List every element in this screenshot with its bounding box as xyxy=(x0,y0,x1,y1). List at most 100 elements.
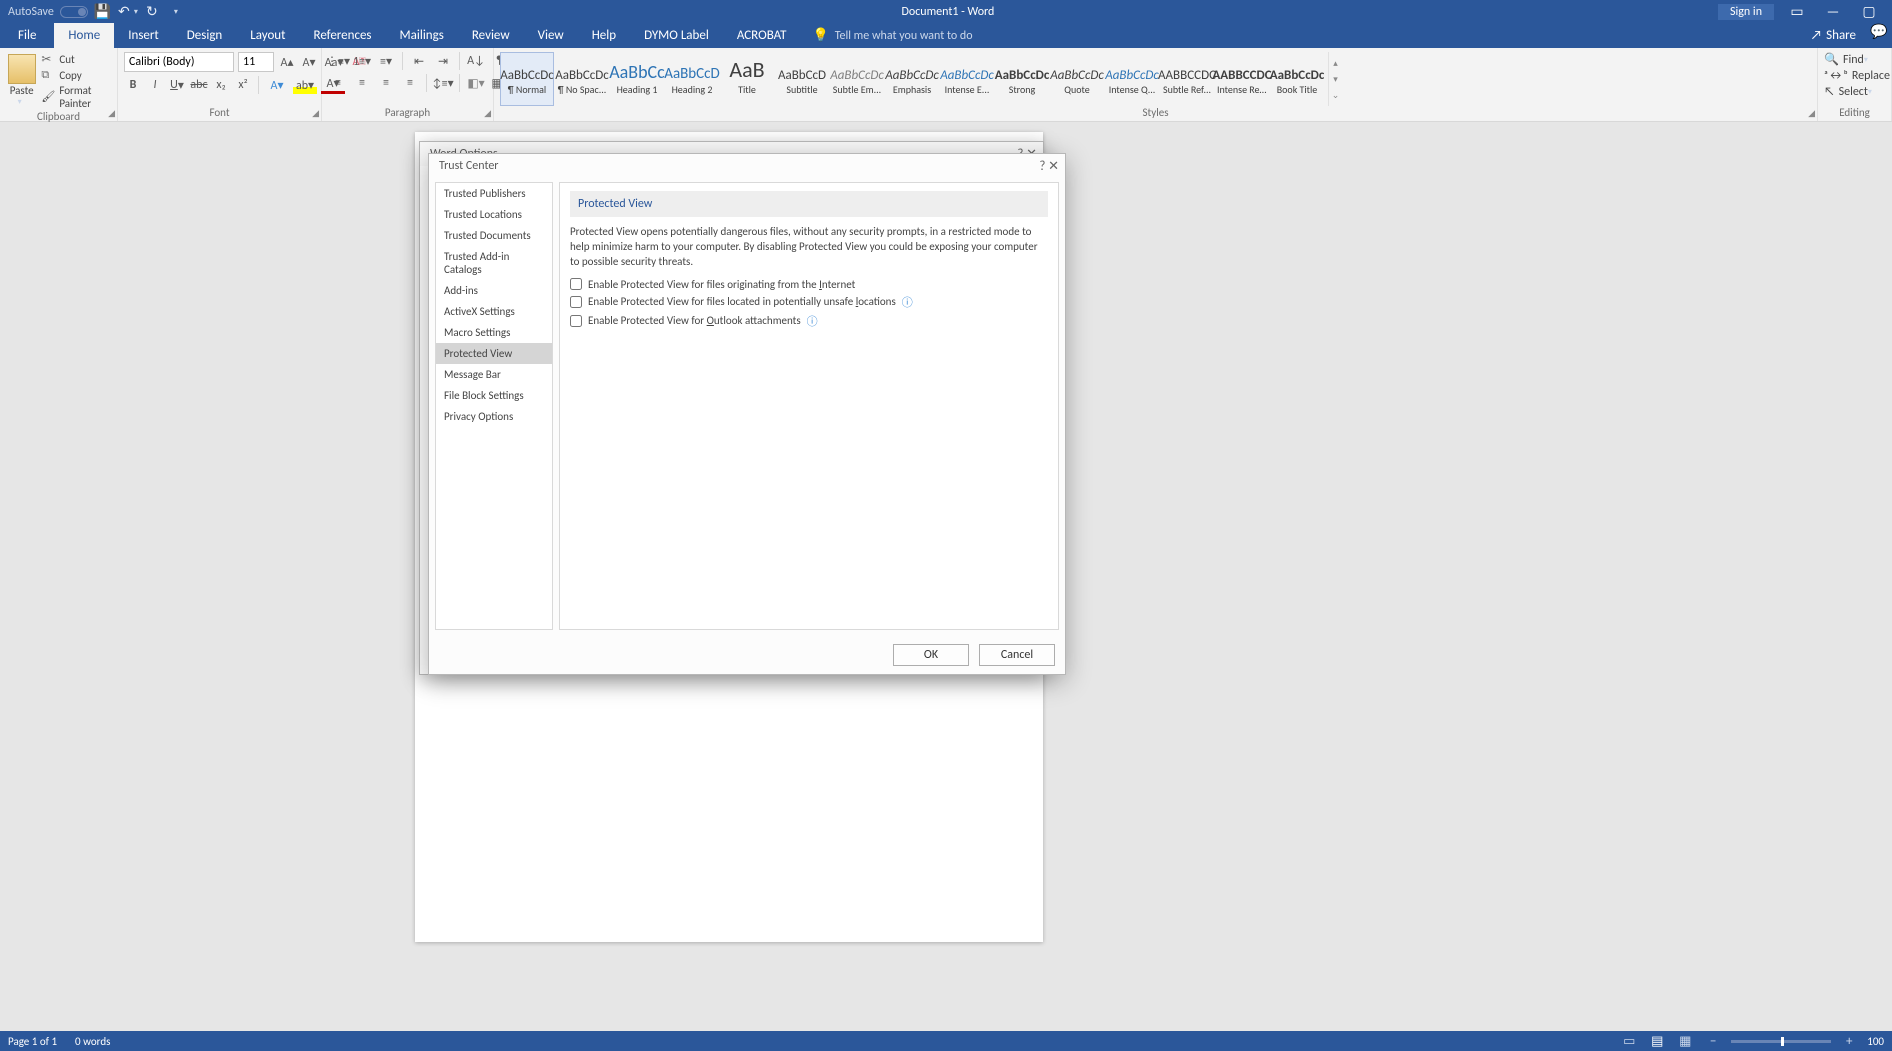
redo-icon[interactable]: ↻ xyxy=(144,3,160,20)
trust-nav-item[interactable]: Protected View xyxy=(436,343,552,364)
highlight-button[interactable]: ab▾ xyxy=(293,76,317,94)
info-icon[interactable]: ⓘ xyxy=(807,313,818,329)
tab-design[interactable]: Design xyxy=(173,23,236,48)
align-right-button[interactable]: ≡ xyxy=(376,74,396,92)
tab-insert[interactable]: Insert xyxy=(114,23,173,48)
bullets-button[interactable]: ⋮≡▾ xyxy=(328,52,348,70)
read-mode-icon[interactable]: ▭ xyxy=(1619,1034,1639,1049)
chk-internet[interactable]: Enable Protected View for files originat… xyxy=(570,278,1048,291)
zoom-level[interactable]: 100 xyxy=(1867,1035,1884,1048)
style-item[interactable]: AaBTitle xyxy=(720,52,774,106)
select-button[interactable]: ↖Select▾ xyxy=(1824,85,1890,99)
style-item[interactable]: AaBbCcDcEmphasis xyxy=(885,52,939,106)
maximize-icon[interactable]: ▢ xyxy=(1856,3,1882,20)
text-effects-button[interactable]: A▾ xyxy=(265,76,289,94)
style-item[interactable]: AaBbCcDcSubtle Em... xyxy=(830,52,884,106)
style-item[interactable]: AaBbCcDc¶ Normal xyxy=(500,52,554,106)
replace-button[interactable]: ᵃ↔ᵇReplace xyxy=(1824,69,1890,83)
style-item[interactable]: AaBbCcDcStrong xyxy=(995,52,1049,106)
styles-launcher[interactable]: ◢ xyxy=(1808,108,1815,119)
font-launcher[interactable]: ◢ xyxy=(312,108,319,119)
trust-nav-item[interactable]: ActiveX Settings xyxy=(436,301,552,322)
trust-nav-item[interactable]: Trusted Publishers xyxy=(436,183,552,204)
zoom-in-icon[interactable]: + xyxy=(1839,1034,1859,1049)
zoom-slider[interactable] xyxy=(1731,1040,1831,1043)
tab-help[interactable]: Help xyxy=(578,23,630,48)
styles-more[interactable]: ▴▾⌄ xyxy=(1328,52,1342,106)
font-size-select[interactable] xyxy=(238,52,274,72)
shrink-font-button[interactable]: A▾ xyxy=(300,53,318,71)
tab-mailings[interactable]: Mailings xyxy=(386,23,458,48)
tab-references[interactable]: References xyxy=(300,23,386,48)
style-item[interactable]: AaBbCcDc¶ No Spac... xyxy=(555,52,609,106)
trust-nav-item[interactable]: Add-ins xyxy=(436,280,552,301)
bold-button[interactable]: B xyxy=(124,76,142,94)
style-item[interactable]: AaBbCcDcIntense Q... xyxy=(1105,52,1159,106)
tab-review[interactable]: Review xyxy=(458,23,524,48)
chk-unsafe-locations[interactable]: Enable Protected View for files located … xyxy=(570,294,1048,310)
undo-icon[interactable]: ↶ xyxy=(116,3,132,20)
tab-layout[interactable]: Layout xyxy=(236,23,299,48)
align-center-button[interactable]: ≡ xyxy=(352,74,372,92)
style-item[interactable]: AABBCCDCIntense Re... xyxy=(1215,52,1269,106)
chk-outlook-box[interactable] xyxy=(570,315,582,327)
align-left-button[interactable]: ≡ xyxy=(328,74,348,92)
trust-help-icon[interactable]: ? xyxy=(1039,159,1045,174)
print-layout-icon[interactable]: ▤ xyxy=(1647,1034,1667,1049)
style-item[interactable]: AABBCCDCSubtle Ref... xyxy=(1160,52,1214,106)
grow-font-button[interactable]: A▴ xyxy=(278,53,296,71)
paste-button[interactable]: Paste ▾ xyxy=(6,52,37,110)
tab-dymo[interactable]: DYMO Label xyxy=(630,23,723,48)
trust-nav-item[interactable]: Trusted Add-in Catalogs xyxy=(436,246,552,280)
style-item[interactable]: AaBbCcDcIntense E... xyxy=(940,52,994,106)
style-item[interactable]: AaBbCcDcBook Title xyxy=(1270,52,1324,106)
signin-button[interactable]: Sign in xyxy=(1718,4,1774,20)
style-item[interactable]: AaBbCcDSubtitle xyxy=(775,52,829,106)
autosave-toggle[interactable] xyxy=(60,6,88,18)
subscript-button[interactable]: x₂ xyxy=(212,76,230,94)
italic-button[interactable]: I xyxy=(146,76,164,94)
tab-file[interactable]: File xyxy=(0,23,54,48)
undo-dropdown[interactable]: ▾ xyxy=(134,7,138,17)
word-count[interactable]: 0 words xyxy=(75,1035,110,1048)
ok-button[interactable]: OK xyxy=(893,644,969,666)
ribbon-display-icon[interactable]: ▭ xyxy=(1784,3,1810,20)
underline-button[interactable]: U▾ xyxy=(168,76,186,94)
tab-home[interactable]: Home xyxy=(54,23,114,48)
font-name-select[interactable] xyxy=(124,52,234,72)
paste-dropdown[interactable]: ▾ xyxy=(18,97,22,107)
line-spacing-button[interactable]: ↕≡▾ xyxy=(433,74,453,92)
trust-nav-item[interactable]: Trusted Documents xyxy=(436,225,552,246)
minimize-icon[interactable]: — xyxy=(1820,3,1846,20)
format-painter-button[interactable]: Format Painter xyxy=(41,84,111,110)
trust-nav-item[interactable]: Message Bar xyxy=(436,364,552,385)
save-icon[interactable]: 💾 xyxy=(94,3,110,20)
chk-internet-box[interactable] xyxy=(570,278,582,290)
style-item[interactable]: AaBbCcHeading 1 xyxy=(610,52,664,106)
info-icon[interactable]: ⓘ xyxy=(902,294,913,310)
styles-gallery[interactable]: AaBbCcDc¶ NormalAaBbCcDc¶ No Spac...AaBb… xyxy=(500,52,1324,106)
trust-nav-item[interactable]: Privacy Options xyxy=(436,406,552,427)
chk-unsafe-box[interactable] xyxy=(570,296,582,308)
tab-view[interactable]: View xyxy=(524,23,578,48)
clipboard-launcher[interactable]: ◢ xyxy=(108,108,115,119)
multilevel-button[interactable]: ≡▾ xyxy=(376,52,396,70)
decrease-indent-button[interactable]: ⇤ xyxy=(409,52,429,70)
zoom-out-icon[interactable]: − xyxy=(1703,1034,1723,1049)
trust-nav-item[interactable]: File Block Settings xyxy=(436,385,552,406)
superscript-button[interactable]: x² xyxy=(234,76,252,94)
cancel-button[interactable]: Cancel xyxy=(979,644,1055,666)
style-item[interactable]: AaBbCcDcQuote xyxy=(1050,52,1104,106)
tab-acrobat[interactable]: ACROBAT xyxy=(723,23,801,48)
paragraph-launcher[interactable]: ◢ xyxy=(484,108,491,119)
numbering-button[interactable]: 1≡▾ xyxy=(352,52,372,70)
page-indicator[interactable]: Page 1 of 1 xyxy=(8,1035,57,1048)
strikethrough-button[interactable]: abc xyxy=(190,76,208,94)
shading-button[interactable]: ◧▾ xyxy=(466,74,486,92)
trust-nav-item[interactable]: Trusted Locations xyxy=(436,204,552,225)
style-item[interactable]: AaBbCcDHeading 2 xyxy=(665,52,719,106)
trust-close-icon[interactable]: ✕ xyxy=(1048,159,1059,174)
comments-icon[interactable]: 💬 xyxy=(1866,23,1892,48)
justify-button[interactable]: ≡ xyxy=(400,74,420,92)
find-button[interactable]: 🔍Find▾ xyxy=(1824,52,1890,67)
